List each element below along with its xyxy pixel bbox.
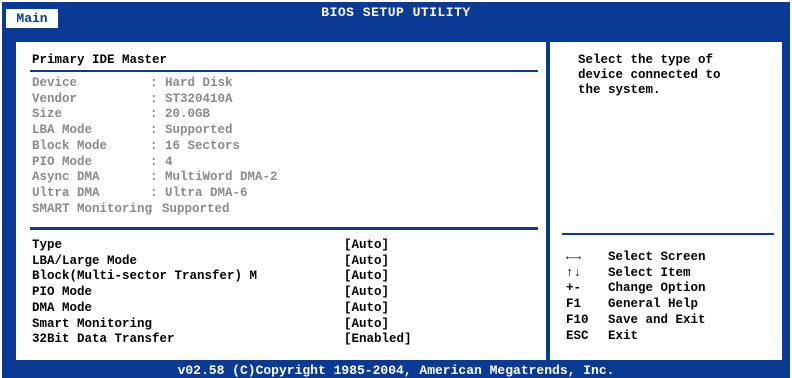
section-divider bbox=[30, 70, 538, 72]
key-action: General Help bbox=[608, 297, 699, 312]
option-label: Type bbox=[32, 238, 63, 252]
info-row: Device : Hard Disk bbox=[32, 76, 532, 92]
info-label: Vendor bbox=[32, 91, 78, 106]
option-label: Block(Multi-sector Transfer) M bbox=[32, 269, 258, 284]
option-label: PIO Mode bbox=[32, 285, 93, 300]
option-label: 32Bit Data Transfer bbox=[32, 332, 175, 347]
key-icon: +- bbox=[566, 281, 582, 296]
option-label: LBA/Large Mode bbox=[32, 253, 138, 268]
option-value[interactable]: [Auto] bbox=[344, 285, 389, 301]
option-label: DMA Mode bbox=[32, 300, 93, 315]
key-action: Change Option bbox=[608, 281, 706, 296]
key-row: ↑↓ Select Item bbox=[566, 266, 776, 282]
key-row: +- Change Option bbox=[566, 281, 776, 297]
option-value[interactable]: [Auto] bbox=[344, 238, 389, 254]
options-divider bbox=[30, 227, 538, 230]
info-value: : Supported bbox=[147, 201, 230, 216]
info-value: : Ultra DMA-6 bbox=[150, 185, 248, 200]
info-label: SMART Monitoring bbox=[32, 201, 153, 216]
info-row: Size : 20.0GB bbox=[32, 107, 532, 123]
info-label: Ultra DMA bbox=[32, 185, 100, 200]
info-value: : Hard Disk bbox=[150, 76, 233, 90]
option-value[interactable]: [Auto] bbox=[344, 301, 389, 317]
info-value: : 16 Sectors bbox=[150, 138, 241, 153]
option-row[interactable]: Block(Multi-sector Transfer) M [Auto] bbox=[32, 269, 532, 285]
option-row[interactable]: Type [Auto] bbox=[32, 238, 532, 254]
key-row: ←→ Select Screen bbox=[566, 250, 776, 266]
info-label: Device bbox=[32, 76, 78, 90]
info-row: PIO Mode : 4 bbox=[32, 155, 532, 171]
option-value[interactable]: [Auto] bbox=[344, 254, 389, 270]
section-title: Primary IDE Master bbox=[32, 53, 168, 67]
option-row[interactable]: DMA Mode [Auto] bbox=[32, 301, 532, 317]
info-value: : 4 bbox=[150, 154, 173, 169]
info-row: Ultra DMA : Ultra DMA-6 bbox=[32, 186, 532, 202]
option-label: Smart Monitoring bbox=[32, 316, 153, 331]
help-line: Select the type of bbox=[578, 53, 714, 67]
help-line: device connected to bbox=[578, 68, 721, 82]
key-icon: F10 bbox=[566, 312, 589, 327]
option-row[interactable]: PIO Mode [Auto] bbox=[32, 285, 532, 301]
info-label: Size bbox=[32, 107, 63, 122]
info-value: : MultiWord DMA-2 bbox=[150, 170, 278, 185]
key-icon: ↑↓ bbox=[566, 265, 582, 280]
option-row[interactable]: Smart Monitoring [Auto] bbox=[32, 317, 532, 333]
key-row: F10 Save and Exit bbox=[566, 313, 776, 329]
keys-divider bbox=[562, 233, 774, 235]
copyright-footer: v02.58 (C)Copyright 1985-2004, American … bbox=[2, 363, 790, 378]
option-row[interactable]: 32Bit Data Transfer [Enabled] bbox=[32, 332, 532, 348]
info-row: LBA Mode : Supported bbox=[32, 123, 532, 139]
tab-main[interactable]: Main bbox=[6, 9, 58, 28]
info-label: LBA Mode bbox=[32, 123, 93, 138]
info-row: SMART Monitoring: Supported bbox=[32, 202, 532, 218]
help-line: the system. bbox=[578, 83, 661, 97]
info-value: : 20.0GB bbox=[150, 107, 211, 122]
key-action: Select Item bbox=[608, 265, 691, 280]
info-label: Async DMA bbox=[32, 170, 100, 185]
key-row: ESC Exit bbox=[566, 329, 776, 345]
key-row: F1 General Help bbox=[566, 297, 776, 313]
info-value: : Supported bbox=[150, 123, 233, 138]
key-icon: ESC bbox=[566, 328, 589, 343]
key-action: Save and Exit bbox=[608, 312, 706, 327]
option-value[interactable]: [Auto] bbox=[344, 317, 389, 333]
info-label: Block Mode bbox=[32, 138, 108, 153]
info-label: PIO Mode bbox=[32, 154, 93, 169]
info-value: : ST320410A bbox=[150, 91, 233, 106]
info-row: Async DMA : MultiWord DMA-2 bbox=[32, 170, 532, 186]
key-icon: F1 bbox=[566, 297, 582, 312]
info-row: Vendor : ST320410A bbox=[32, 92, 532, 108]
bios-title: BIOS SETUP UTILITY bbox=[321, 5, 471, 20]
option-value[interactable]: [Enabled] bbox=[344, 332, 412, 348]
key-action: Exit bbox=[608, 328, 639, 343]
key-icon: ←→ bbox=[566, 250, 582, 264]
key-action: Select Screen bbox=[608, 250, 706, 264]
info-row: Block Mode : 16 Sectors bbox=[32, 139, 532, 155]
option-row[interactable]: LBA/Large Mode [Auto] bbox=[32, 254, 532, 270]
option-value[interactable]: [Auto] bbox=[344, 269, 389, 285]
